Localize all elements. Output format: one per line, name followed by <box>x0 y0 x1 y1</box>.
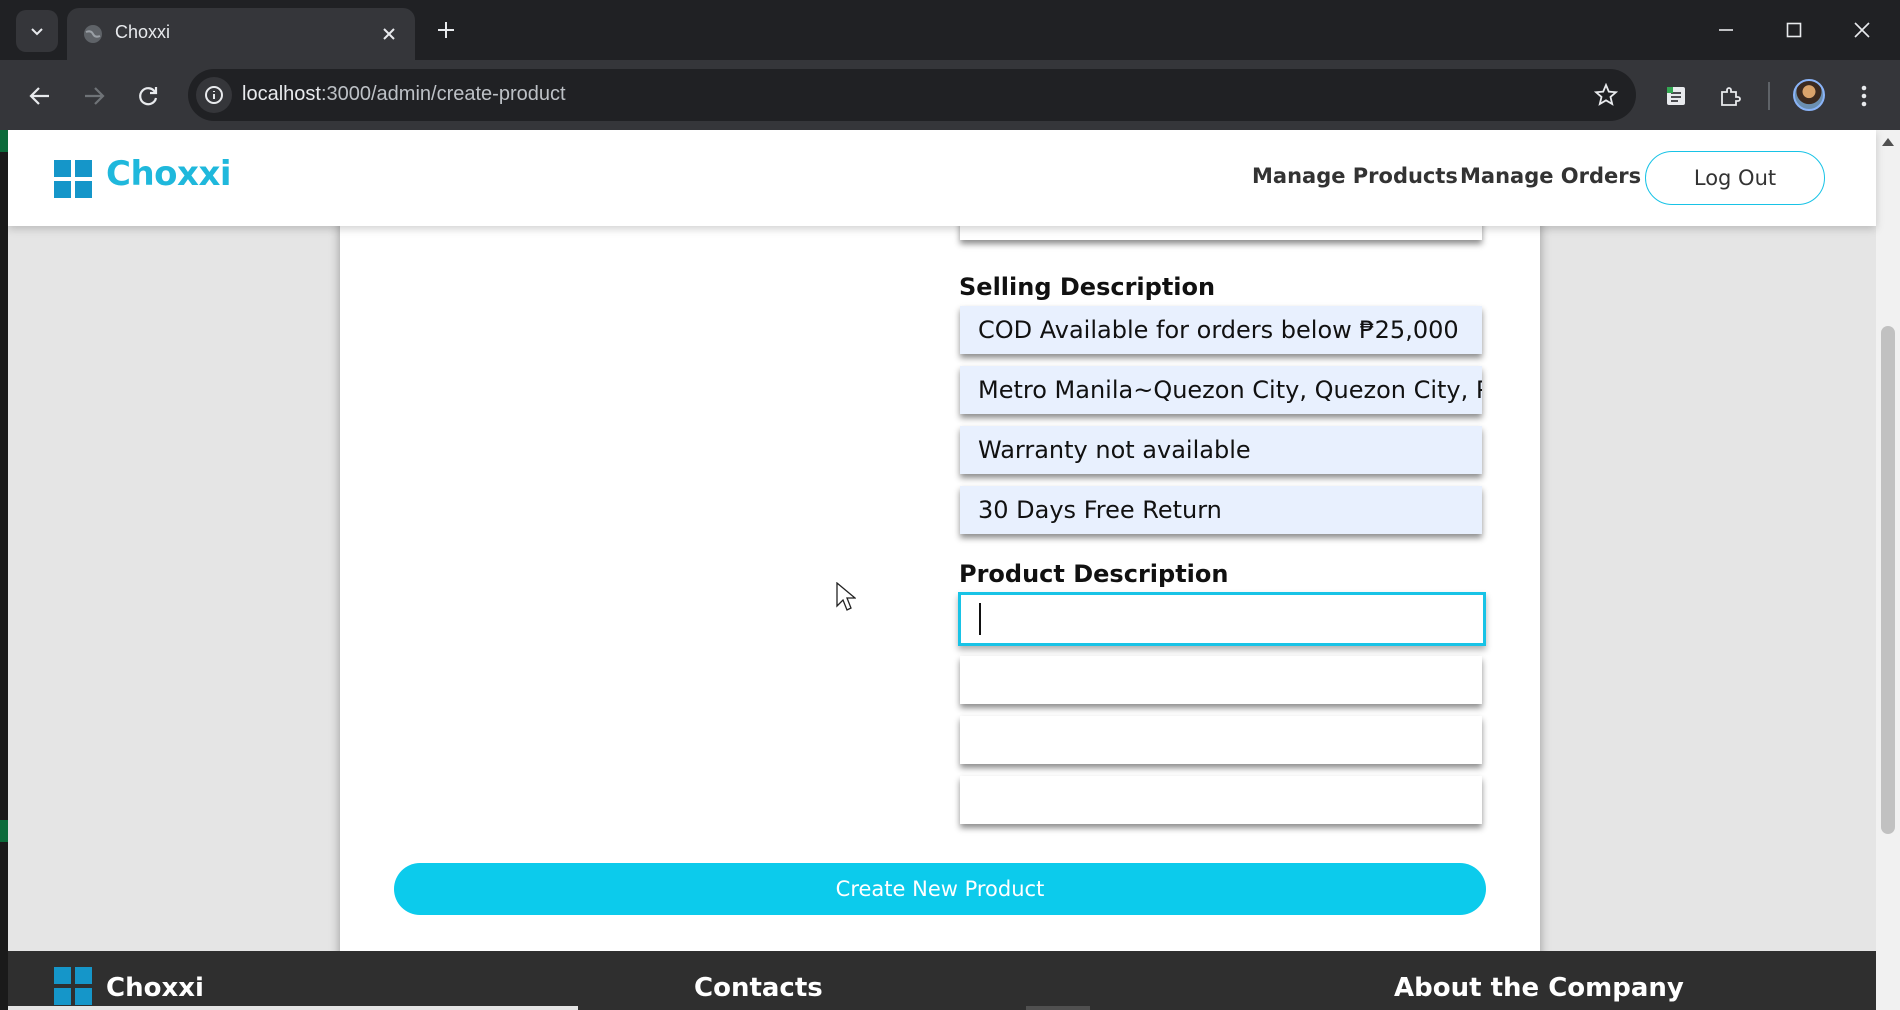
mouse-pointer-icon <box>836 582 856 611</box>
page-scrollbar[interactable] <box>1876 130 1900 1010</box>
chevron-down-icon <box>31 28 43 36</box>
url-path: :3000/admin/create-product <box>320 83 566 105</box>
plus-icon <box>438 22 454 38</box>
site-info-icon[interactable] <box>196 77 232 113</box>
product-description-input-2[interactable] <box>960 656 1482 704</box>
url-host: localhost <box>242 83 321 105</box>
sheets-extension-icon[interactable] <box>1656 76 1696 116</box>
tab-title: Choxxi <box>115 22 171 42</box>
product-description-label: Product Description <box>959 560 1229 588</box>
scroll-up-arrow-icon[interactable] <box>1882 138 1894 146</box>
browser-tab-bar: Choxxi <box>0 0 1900 60</box>
selling-description-input-2[interactable]: Metro Manila~Quezon City, Quezon City, P… <box>960 366 1482 414</box>
logout-button[interactable]: Log Out <box>1645 151 1825 205</box>
globe-icon <box>84 25 102 43</box>
close-tab-icon[interactable] <box>377 22 401 46</box>
footer-divider <box>8 1006 578 1010</box>
selling-description-input-1[interactable]: COD Available for orders below ₱25,000 <box>960 306 1482 354</box>
reload-icon <box>139 87 158 106</box>
maximize-icon <box>1786 22 1802 38</box>
close-window-button[interactable] <box>1838 10 1886 50</box>
selling-description-input-3[interactable]: Warranty not available <box>960 426 1482 474</box>
product-description-input-4[interactable] <box>960 776 1482 824</box>
bookmark-star-icon[interactable] <box>1592 81 1620 109</box>
footer-brand-name: Choxxi <box>106 973 204 1003</box>
arrow-left-icon <box>29 87 49 105</box>
nav-manage-orders[interactable]: Manage Orders <box>1460 164 1641 188</box>
window-edge <box>0 130 8 1010</box>
reload-button[interactable] <box>128 76 168 116</box>
browser-tab-active[interactable]: Choxxi <box>67 8 415 60</box>
product-description-input-1[interactable] <box>958 592 1486 646</box>
minimize-button[interactable] <box>1702 10 1750 50</box>
create-new-product-button[interactable]: Create New Product <box>394 863 1486 915</box>
choxxi-logo-icon[interactable] <box>54 160 92 198</box>
selling-description-label: Selling Description <box>959 273 1216 301</box>
footer-about-heading: About the Company <box>1394 973 1684 1003</box>
tab-search-button[interactable] <box>16 10 58 52</box>
minimize-icon <box>1719 29 1733 31</box>
menu-kebab-icon[interactable] <box>1844 76 1884 116</box>
back-button[interactable] <box>20 76 60 116</box>
page-viewport: Choxxi Manage Products Manage Orders Log… <box>8 130 1900 1010</box>
footer-contacts-heading: Contacts <box>694 973 823 1003</box>
address-bar[interactable]: localhost:3000/admin/create-product <box>188 69 1636 121</box>
url-text[interactable]: localhost:3000/admin/create-product <box>242 83 566 106</box>
product-description-input-3[interactable] <box>960 716 1482 764</box>
arrow-right-icon <box>85 87 105 105</box>
text-caret <box>979 603 981 635</box>
profile-avatar[interactable] <box>1793 79 1825 111</box>
nav-manage-products[interactable]: Manage Products <box>1252 164 1458 188</box>
edge-accent <box>0 130 8 152</box>
scrollbar-thumb[interactable] <box>1881 326 1895 834</box>
browser-toolbar: localhost:3000/admin/create-product <box>0 60 1900 130</box>
create-product-form-card <box>340 160 1540 970</box>
footer-logo-icon <box>54 967 92 1005</box>
footer-divider <box>1026 1006 1090 1010</box>
site-footer: Choxxi Contacts About the Company <box>8 951 1876 1010</box>
toolbar-divider <box>1768 82 1770 110</box>
selling-description-input-4[interactable]: 30 Days Free Return <box>960 486 1482 534</box>
maximize-button[interactable] <box>1770 10 1818 50</box>
new-tab-button[interactable] <box>430 14 462 46</box>
close-icon <box>1854 22 1870 38</box>
site-header: Choxxi Manage Products Manage Orders Log… <box>8 130 1876 226</box>
brand-name[interactable]: Choxxi <box>106 154 232 194</box>
forward-button[interactable] <box>74 76 114 116</box>
edge-accent <box>0 820 8 842</box>
extensions-puzzle-icon[interactable] <box>1710 76 1750 116</box>
